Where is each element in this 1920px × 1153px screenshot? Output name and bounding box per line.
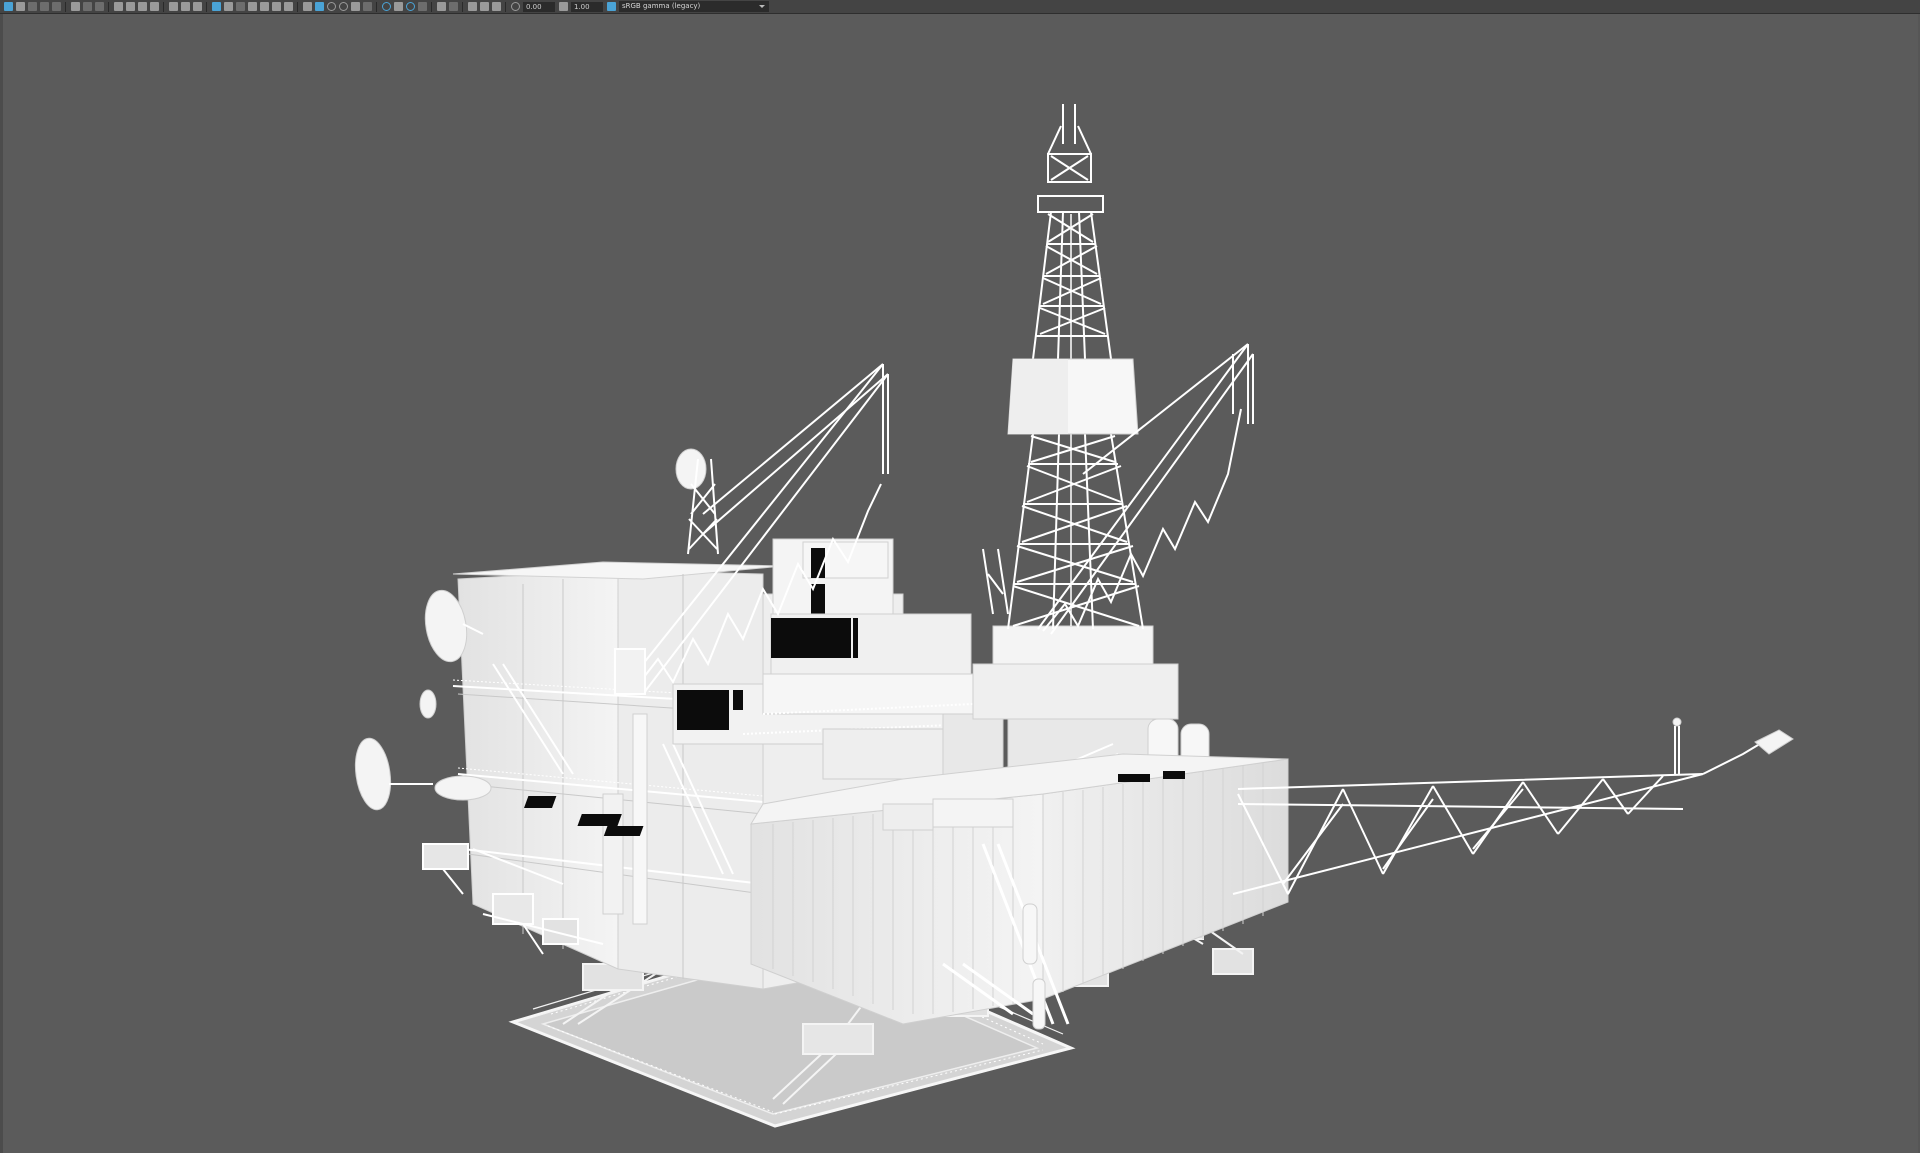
toolbar-separator xyxy=(505,1,506,12)
gamma-icon[interactable] xyxy=(558,2,568,11)
view-transform-dropdown[interactable]: sRGB gamma (legacy) xyxy=(619,1,769,12)
view-transform-value: sRGB gamma (legacy) xyxy=(622,2,701,10)
screen-space-ao-icon[interactable] xyxy=(381,2,391,11)
hud-icon[interactable] xyxy=(491,2,501,11)
xray-joints-icon[interactable] xyxy=(467,2,477,11)
gamma-field[interactable]: 1.00 xyxy=(571,1,603,12)
lock-camera-icon[interactable] xyxy=(15,2,25,11)
derrick-monkey-board xyxy=(1007,358,1139,435)
motion-blur-icon[interactable] xyxy=(393,2,403,11)
toolbar-separator xyxy=(206,1,207,12)
pan-zoom-icon[interactable] xyxy=(82,2,92,11)
motion-trail-icon[interactable] xyxy=(180,2,190,11)
smooth-shade-icon[interactable] xyxy=(314,2,324,11)
bookmark-flag-icon[interactable] xyxy=(149,2,159,11)
resolution-gate-icon[interactable] xyxy=(235,2,245,11)
exposure-field[interactable]: 0.00 xyxy=(523,1,555,12)
toolbar-separator xyxy=(65,1,66,12)
xray-components-icon[interactable] xyxy=(479,2,489,11)
select-camera-icon[interactable] xyxy=(3,2,13,11)
textured-icon[interactable] xyxy=(338,2,348,11)
safe-title-icon[interactable] xyxy=(283,2,293,11)
toolbar-separator xyxy=(297,1,298,12)
gate-mask-icon[interactable] xyxy=(247,2,257,11)
view-2d-icon[interactable] xyxy=(70,2,80,11)
grid-icon[interactable] xyxy=(211,2,221,11)
chevron-down-icon xyxy=(759,5,765,8)
camera-gate-icon[interactable] xyxy=(137,2,147,11)
camera-film-icon[interactable] xyxy=(125,2,135,11)
default-material-icon[interactable] xyxy=(326,2,336,11)
isolate-select-icon[interactable] xyxy=(436,2,446,11)
depth-of-field-icon[interactable] xyxy=(417,2,427,11)
camera-attributes-icon[interactable] xyxy=(27,2,37,11)
toolbar-separator xyxy=(462,1,463,12)
camera-icon[interactable] xyxy=(113,2,123,11)
image-plane-icon[interactable] xyxy=(51,2,61,11)
viewport-panel-toolbar: 0.00 1.00 sRGB gamma (legacy) xyxy=(0,0,1920,14)
use-all-lights-icon[interactable] xyxy=(350,2,360,11)
grease-pencil-icon[interactable] xyxy=(94,2,104,11)
flare-boom xyxy=(1232,726,1774,895)
snap-icon[interactable] xyxy=(168,2,178,11)
wireframe-icon[interactable] xyxy=(302,2,312,11)
toolbar-separator xyxy=(163,1,164,12)
flare-tip xyxy=(1672,717,1794,755)
color-management-icon[interactable] xyxy=(606,2,616,11)
field-chart-icon[interactable] xyxy=(259,2,269,11)
anti-aliasing-icon[interactable] xyxy=(405,2,415,11)
toolbar-separator xyxy=(431,1,432,12)
safe-action-icon[interactable] xyxy=(271,2,281,11)
shadows-icon[interactable] xyxy=(362,2,372,11)
toolbar-separator xyxy=(108,1,109,12)
manipulator-icon[interactable] xyxy=(192,2,202,11)
accommodation-module xyxy=(434,561,784,990)
xray-icon[interactable] xyxy=(448,2,458,11)
bookmark-icon[interactable] xyxy=(39,2,49,11)
film-gate-icon[interactable] xyxy=(223,2,233,11)
toolbar-separator xyxy=(376,1,377,12)
3d-viewport[interactable] xyxy=(3,14,1918,1153)
exposure-icon[interactable] xyxy=(510,2,520,11)
viewport-render xyxy=(354,104,1794,1128)
